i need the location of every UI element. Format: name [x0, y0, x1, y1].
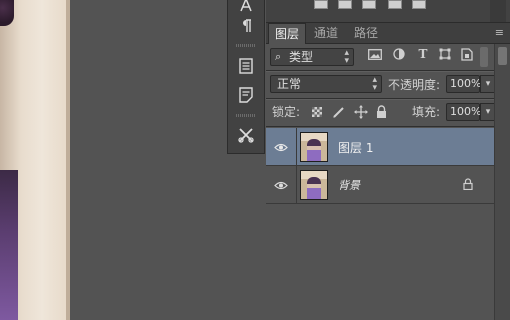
canvas-dress: [0, 170, 18, 320]
notes-icon[interactable]: [234, 84, 258, 106]
panel-top-strip: [266, 0, 510, 23]
thumb-figure: [307, 177, 321, 199]
filter-search-icon: ⌕: [275, 50, 282, 63]
tab-paths[interactable]: 路径: [348, 23, 384, 43]
scrollbar-thumb[interactable]: [498, 47, 507, 65]
brush-preset-icon[interactable]: [314, 0, 328, 9]
strip-grip-2[interactable]: [236, 114, 256, 117]
paragraph-icon[interactable]: [234, 15, 258, 37]
divider-highlight: [266, 99, 494, 100]
opacity-input[interactable]: 100%: [446, 75, 481, 93]
blend-mode-value: 正常: [277, 77, 302, 91]
divider-highlight: [266, 71, 494, 72]
smart-object-filter-icon[interactable]: [460, 47, 474, 61]
lock-position-icon[interactable]: [354, 105, 368, 122]
lock-transparent-icon[interactable]: [312, 107, 322, 117]
top-scrollbar[interactable]: [490, 0, 506, 22]
strip-grip[interactable]: [236, 44, 256, 47]
lock-label: 锁定:: [272, 105, 301, 119]
visibility-eye-icon[interactable]: [266, 166, 296, 204]
fill-label: 填充:: [412, 105, 441, 119]
properties-icon[interactable]: [234, 55, 258, 77]
panel-menu-icon[interactable]: ≡: [495, 26, 504, 39]
layers-scrollbar[interactable]: [494, 44, 510, 320]
layer-lock-icon: [463, 178, 475, 192]
adjustment-filter-icon[interactable]: [392, 48, 406, 60]
brush-icon[interactable]: [338, 0, 352, 9]
character-icon[interactable]: [234, 0, 258, 16]
thumb-figure: [307, 139, 321, 161]
image-filter-icon[interactable]: [368, 48, 382, 60]
tools-icon[interactable]: [234, 124, 258, 146]
row-separator: [296, 128, 297, 166]
layer-filter-select[interactable]: ⌕ 类型 ▴ ▾: [270, 48, 354, 66]
swatch-icon[interactable]: [412, 0, 426, 9]
type-filter-icon[interactable]: T: [416, 47, 430, 61]
layer-thumbnail[interactable]: [300, 132, 328, 162]
blend-mode-select[interactable]: 正常 ▴ ▾: [270, 75, 382, 93]
layer-name[interactable]: 图层 1: [338, 139, 373, 156]
layer-thumbnail[interactable]: [300, 170, 328, 200]
clone-source-icon[interactable]: [362, 0, 376, 9]
canvas-preview[interactable]: [0, 0, 70, 320]
layer-row-layer1[interactable]: 图层 1: [266, 128, 494, 166]
canvas-hair: [0, 0, 14, 26]
filter-value: 类型: [289, 50, 314, 64]
close-panel-icon[interactable]: [388, 0, 402, 9]
lock-all-icon[interactable]: [376, 105, 387, 121]
fill-input[interactable]: 100%: [446, 103, 481, 121]
shape-filter-icon[interactable]: [438, 48, 452, 60]
lock-image-icon[interactable]: [332, 105, 346, 122]
filter-toggle-switch[interactable]: [480, 47, 488, 67]
layers-body: ⌕ 类型 ▴ ▾ T 正常 ▴ ▾ 不透明度: 100% ▾ 锁定: 填充: 1…: [266, 44, 496, 320]
visibility-eye-icon[interactable]: [266, 128, 296, 166]
layer-row-background[interactable]: 背景: [266, 166, 494, 204]
filter-arrows-icon: ▴ ▾: [344, 48, 349, 66]
collapsed-panel-strip: [227, 0, 265, 154]
opacity-label: 不透明度:: [388, 78, 441, 92]
row-separator: [296, 166, 297, 204]
panel-tabs: 图层 通道 路径 ≡: [266, 23, 510, 44]
tab-layers[interactable]: 图层: [268, 23, 307, 44]
blend-arrows-icon: ▴ ▾: [372, 75, 377, 93]
layer-name[interactable]: 背景: [338, 177, 360, 193]
divider: [266, 126, 494, 127]
tab-channels[interactable]: 通道: [308, 23, 344, 43]
layers-panel-dock: 图层 通道 路径 ≡ ⌕ 类型 ▴ ▾ T 正常 ▴ ▾ 不透明度: 100% …: [266, 0, 510, 320]
workspace-background: [70, 0, 227, 320]
